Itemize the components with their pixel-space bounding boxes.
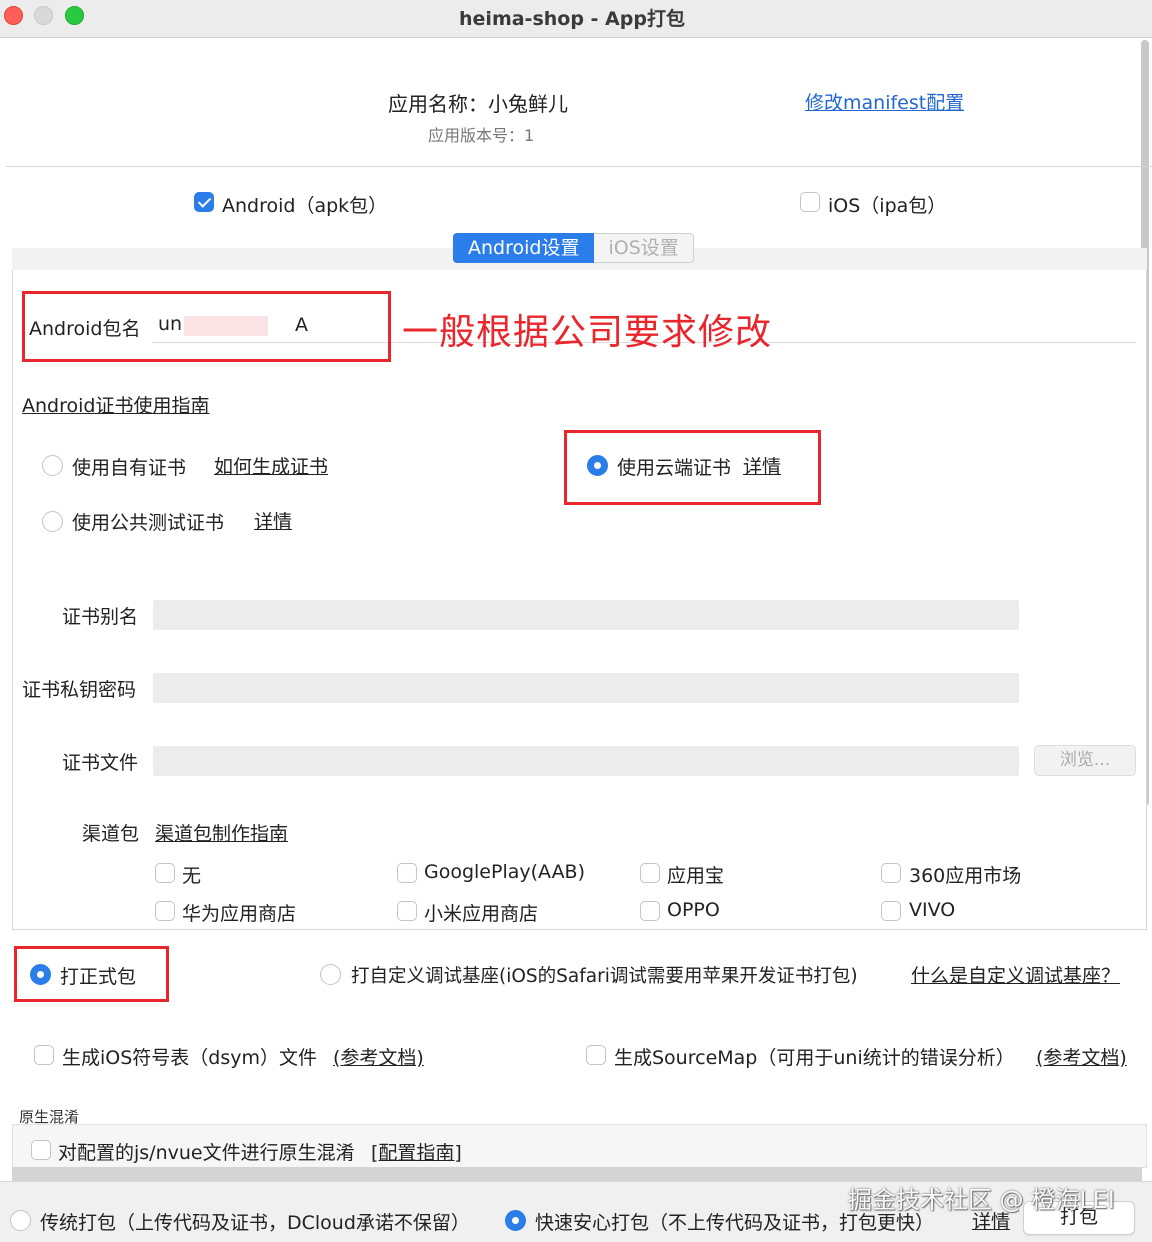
obfuscation-guide-link[interactable]: [配置指南] <box>371 1138 462 1165</box>
channel-label-xiaomi: 小米应用商店 <box>424 903 539 925</box>
channel-checkbox-xiaomi[interactable] <box>397 901 417 921</box>
annotation-text: 一般根据公司要求修改 <box>402 312 773 353</box>
channel-label: 渠道包 <box>82 823 140 845</box>
fast-build-radio[interactable] <box>505 1210 526 1231</box>
obfuscation-label: 对配置的js/nvue文件进行原生混淆 <box>58 1142 355 1164</box>
window-title: heima-shop - App打包 <box>459 8 685 30</box>
cert-password-label: 证书私钥密码 <box>22 679 137 701</box>
channel-checkbox-vivo[interactable] <box>881 901 901 921</box>
horizontal-scrollbar[interactable] <box>12 1167 1142 1181</box>
cert-guide-link[interactable]: Android证书使用指南 <box>22 391 209 418</box>
sourcemap-label: 生成SourceMap（可用于uni统计的错误分析） <box>614 1047 1015 1069</box>
custom-base-radio[interactable] <box>320 964 341 985</box>
dsym-docs-link[interactable]: (参考文档) <box>333 1043 424 1070</box>
android-checkbox-label: Android（apk包） <box>222 195 388 217</box>
channel-label-none: 无 <box>182 865 202 887</box>
channel-label-yingyongbao: 应用宝 <box>667 865 725 887</box>
app-version: 应用版本号：1 <box>428 126 535 145</box>
own-cert-label: 使用自有证书 <box>72 457 187 479</box>
public-test-cert-details-link[interactable]: 详情 <box>254 507 292 534</box>
channel-label-huawei: 华为应用商店 <box>182 903 297 925</box>
edit-manifest-link[interactable]: 修改manifest配置 <box>805 88 964 115</box>
channel-checkbox-huawei[interactable] <box>155 901 175 921</box>
cert-password-input[interactable] <box>153 673 1019 703</box>
dsym-checkbox[interactable] <box>34 1045 54 1065</box>
channel-label-oppo: OPPO <box>667 899 720 921</box>
channel-checkbox-none[interactable] <box>155 863 175 883</box>
own-cert-radio[interactable] <box>42 455 63 476</box>
traditional-build-radio[interactable] <box>10 1210 31 1231</box>
channel-checkbox-yingyongbao[interactable] <box>640 863 660 883</box>
traditional-build-label: 传统打包（上传代码及证书，DCloud承诺不保留） <box>40 1212 470 1234</box>
custom-base-help-link[interactable]: 什么是自定义调试基座？ <box>911 961 1120 988</box>
cert-alias-input[interactable] <box>153 600 1019 630</box>
cert-file-input[interactable] <box>153 746 1019 776</box>
sourcemap-docs-link[interactable]: (参考文档) <box>1036 1043 1127 1070</box>
cert-alias-label: 证书别名 <box>62 606 139 628</box>
browse-button[interactable]: 浏览... <box>1034 745 1136 776</box>
header-divider <box>6 166 1152 167</box>
channel-checkbox-googleplay[interactable] <box>397 863 417 883</box>
tab-android-settings[interactable]: Android设置 <box>453 233 595 263</box>
android-checkbox[interactable] <box>194 192 214 212</box>
app-name: 应用名称：小兔鲜儿 <box>388 92 568 116</box>
channel-checkbox-360[interactable] <box>881 863 901 883</box>
ios-checkbox[interactable] <box>800 192 820 212</box>
channel-label-googleplay: GooglePlay(AAB) <box>424 861 586 883</box>
annotation-box-release <box>14 946 169 1002</box>
how-to-generate-cert-link[interactable]: 如何生成证书 <box>214 452 328 479</box>
public-test-cert-label: 使用公共测试证书 <box>72 512 225 534</box>
annotation-box-package <box>22 291 391 362</box>
obfuscation-checkbox[interactable] <box>31 1140 51 1160</box>
channel-checkbox-oppo[interactable] <box>640 901 660 921</box>
tab-ios-settings[interactable]: iOS设置 <box>594 233 694 263</box>
settings-tabs: Android设置 iOS设置 <box>453 233 694 263</box>
dsym-label: 生成iOS符号表（dsym）文件 <box>62 1047 318 1069</box>
ios-checkbox-label: iOS（ipa包） <box>828 195 947 217</box>
watermark: 掘金技术社区 @ 橙海LEI <box>848 1186 1115 1214</box>
channel-guide-link[interactable]: 渠道包制作指南 <box>155 819 288 846</box>
public-test-cert-radio[interactable] <box>42 511 63 532</box>
window-titlebar: heima-shop - App打包 <box>0 0 1152 38</box>
channel-label-vivo: VIVO <box>909 899 956 921</box>
sourcemap-checkbox[interactable] <box>586 1045 606 1065</box>
cert-file-label: 证书文件 <box>62 752 139 774</box>
custom-base-label: 打自定义调试基座(iOS的Safari调试需要用苹果开发证书打包) <box>351 966 858 987</box>
channel-label-360: 360应用市场 <box>909 865 1022 887</box>
annotation-box-cloud-cert <box>564 430 821 505</box>
